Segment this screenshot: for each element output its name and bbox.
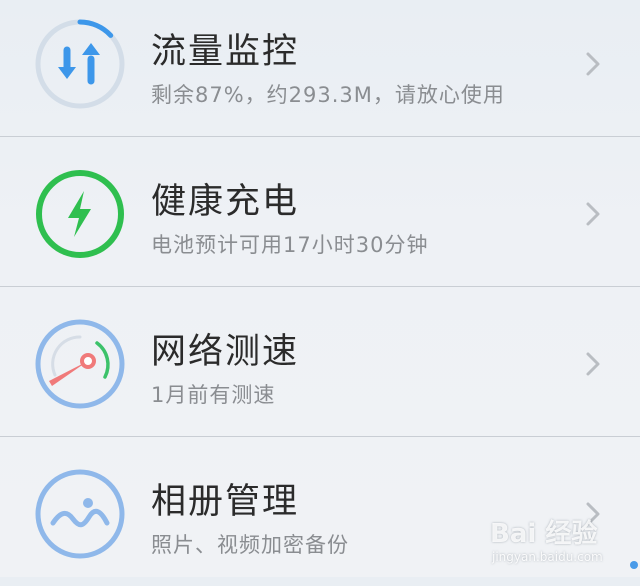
- lightning-icon: [36, 170, 124, 258]
- list-item-network-speed-test[interactable]: 网络测速 1月前有测速: [0, 287, 640, 436]
- speedometer-icon: [35, 319, 125, 409]
- item-title: 网络测速: [151, 332, 300, 372]
- item-subtitle: 剩余87%，约293.3M，请放心使用: [151, 83, 505, 107]
- item-title: 流量监控: [151, 32, 300, 72]
- watermark-url: jingyan.baidu.com: [492, 550, 603, 564]
- item-subtitle: 1月前有测速: [151, 383, 276, 407]
- chevron-right-icon: [586, 352, 600, 376]
- item-title: 相册管理: [151, 482, 300, 522]
- data-traffic-icon: [35, 19, 125, 109]
- item-subtitle: 电池预计可用17小时30分钟: [151, 233, 429, 257]
- watermark-text: Bai 经验: [490, 519, 598, 549]
- gallery-icon: [35, 469, 125, 559]
- baidu-jingyan-watermark: Bai 经验 jingyan.baidu.com: [490, 505, 635, 573]
- list-item-healthy-charging[interactable]: 健康充电 电池预计可用17小时30分钟: [0, 137, 640, 286]
- item-title: 健康充电: [151, 182, 300, 222]
- chevron-right-icon: [586, 52, 600, 76]
- item-subtitle: 照片、视频加密备份: [151, 533, 349, 557]
- list-item-traffic-monitor[interactable]: 流量监控 剩余87%，约293.3M，请放心使用: [0, 0, 640, 136]
- indicator-dot: [630, 561, 638, 569]
- settings-list: 流量监控 剩余87%，约293.3M，请放心使用 健康充电 电池预计可用17小时…: [0, 0, 640, 577]
- chevron-right-icon: [586, 202, 600, 226]
